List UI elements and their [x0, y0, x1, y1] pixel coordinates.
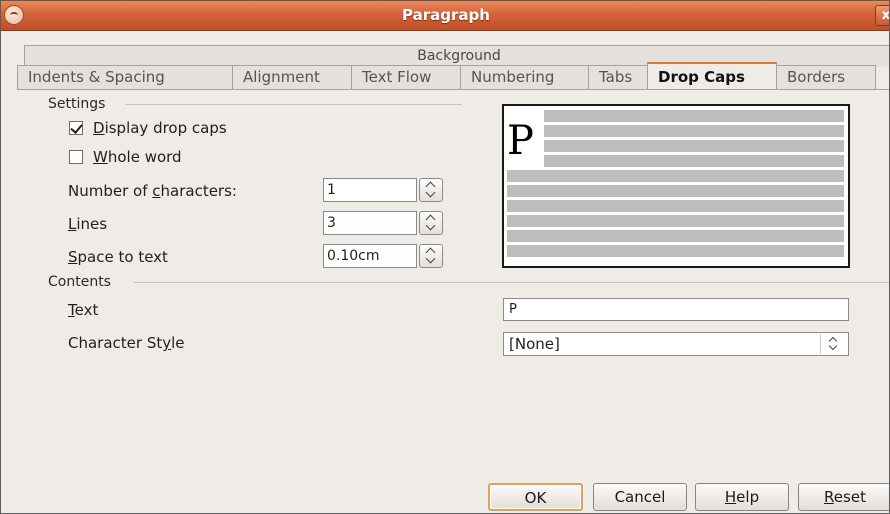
contents-rule: [134, 282, 889, 283]
cancel-button[interactable]: Cancel: [593, 483, 687, 511]
preview-line: [507, 200, 844, 212]
display-drop-caps-checkbox[interactable]: Display drop caps: [69, 119, 227, 137]
preview-line: [507, 245, 844, 257]
ok-button[interactable]: OK: [488, 483, 583, 511]
space-to-text-stepper[interactable]: 0.10cm: [323, 244, 443, 268]
settings-rule: [125, 104, 462, 105]
preview-line: [544, 110, 844, 122]
tab-numbering[interactable]: Numbering: [460, 65, 589, 90]
tab-indents-spacing[interactable]: Indents & Spacing: [17, 65, 233, 90]
paragraph-dialog: Paragraph x Background Indents & Spacing…: [0, 0, 890, 514]
tab-row: Indents & Spacing Alignment Text Flow Nu…: [17, 62, 876, 90]
lines-label: Lines: [68, 215, 108, 233]
contents-heading: Contents: [48, 274, 111, 290]
tab-tabs[interactable]: Tabs: [588, 65, 648, 90]
drop-cap-text-input[interactable]: P: [503, 298, 849, 321]
checkbox-unchecked-icon: [69, 150, 83, 164]
checkbox-checked-icon: [69, 121, 83, 135]
text-label: Text: [68, 301, 99, 319]
num-characters-label: Number of characters:: [68, 182, 237, 200]
tab-alignment[interactable]: Alignment: [232, 65, 352, 90]
character-style-label: Character Style: [68, 334, 185, 352]
whole-word-label: Whole word: [93, 148, 182, 166]
lines-stepper[interactable]: 3: [323, 211, 443, 235]
reset-button[interactable]: Reset: [798, 483, 889, 511]
help-button[interactable]: Help: [695, 483, 789, 511]
preview-line: [507, 230, 844, 242]
spin-arrows-icon[interactable]: [419, 244, 443, 268]
drop-caps-preview: P: [502, 104, 850, 268]
character-style-value: [None]: [509, 335, 560, 353]
preview-line: [544, 155, 844, 167]
character-style-select[interactable]: [None]: [503, 332, 849, 356]
display-drop-caps-label: Display drop caps: [93, 119, 227, 137]
close-button[interactable]: x: [875, 5, 889, 26]
preview-line: [544, 140, 844, 152]
space-to-text-input[interactable]: 0.10cm: [323, 244, 417, 268]
settings-heading: Settings: [48, 96, 106, 112]
tab-drop-caps[interactable]: Drop Caps: [647, 62, 777, 89]
tab-borders[interactable]: Borders: [776, 65, 876, 90]
lines-input[interactable]: 3: [323, 211, 417, 235]
tab-text-flow[interactable]: Text Flow: [351, 65, 461, 90]
whole-word-checkbox[interactable]: Whole word: [69, 148, 182, 166]
title-bar: Paragraph x: [1, 1, 889, 31]
select-arrows-icon[interactable]: [820, 334, 846, 354]
tab-panel-border: [17, 89, 889, 90]
spin-arrows-icon[interactable]: [419, 211, 443, 235]
space-to-text-label: Space to text: [68, 248, 168, 266]
preview-drop-cap: P: [507, 118, 534, 164]
preview-line: [507, 185, 844, 197]
window-title: Paragraph: [402, 6, 490, 24]
preview-line: [544, 125, 844, 137]
num-characters-stepper[interactable]: 1: [323, 178, 443, 202]
preview-line: [507, 215, 844, 227]
spin-arrows-icon[interactable]: [419, 178, 443, 202]
num-characters-input[interactable]: 1: [323, 178, 417, 202]
preview-line: [507, 170, 844, 182]
